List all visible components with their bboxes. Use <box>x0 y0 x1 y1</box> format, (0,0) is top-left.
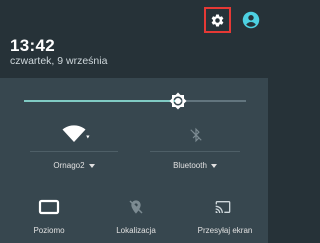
bluetooth-icon <box>190 127 202 143</box>
brightness-slider-fill <box>24 100 180 102</box>
brightness-slider-thumb[interactable] <box>168 91 188 111</box>
chevron-down-icon <box>88 163 95 168</box>
brightness-icon <box>169 92 187 110</box>
brightness-slider[interactable] <box>24 100 246 102</box>
bluetooth-divider <box>150 151 240 152</box>
wifi-divider <box>30 151 118 152</box>
account-circle-icon <box>242 11 260 29</box>
cast-icon <box>215 201 231 213</box>
clock-time: 13:42 <box>10 36 55 55</box>
user-account-button[interactable] <box>240 9 262 31</box>
wifi-label-button[interactable]: Ornago2 <box>30 161 118 170</box>
settings-button[interactable] <box>204 7 231 33</box>
gear-icon <box>211 13 224 26</box>
bluetooth-toggle[interactable] <box>180 124 212 146</box>
location-toggle[interactable] <box>124 196 148 218</box>
chevron-down-icon <box>210 163 217 168</box>
location-label: Lokalizacja <box>116 226 156 235</box>
bluetooth-label-button[interactable]: Bluetooth <box>150 161 240 170</box>
cast-label: Przesyłaj ekran <box>197 226 253 235</box>
location-off-icon <box>129 200 143 214</box>
date-text: czwartek, 9 września <box>10 55 108 67</box>
rotation-toggle[interactable] <box>36 196 62 218</box>
wifi-network-label: Ornago2 <box>53 161 85 170</box>
cast-toggle[interactable] <box>210 196 236 218</box>
rotation-label: Poziomo <box>33 226 65 235</box>
wifi-toggle[interactable] <box>56 124 96 146</box>
wifi-icon <box>62 125 90 142</box>
bluetooth-label: Bluetooth <box>173 161 207 170</box>
screen-landscape-icon <box>38 199 60 215</box>
